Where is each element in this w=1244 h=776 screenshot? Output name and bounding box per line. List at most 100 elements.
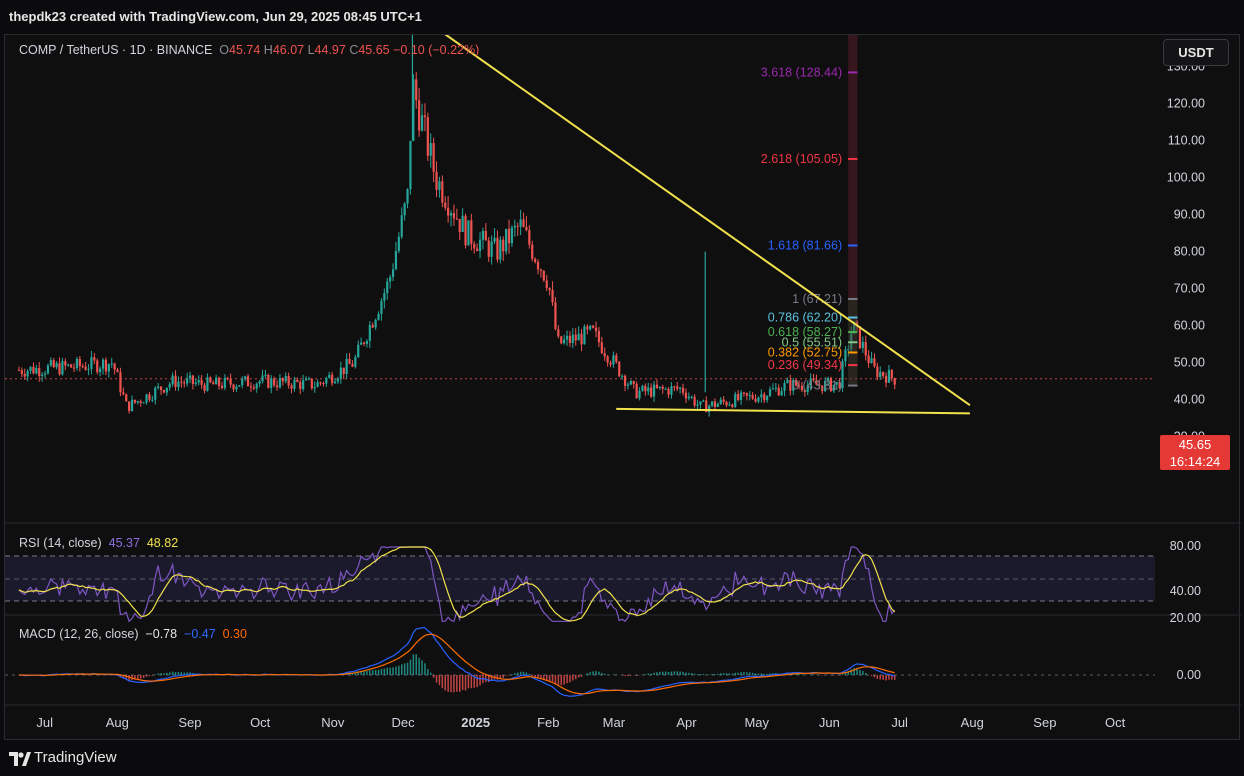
candle-body — [174, 375, 177, 388]
candle-body — [722, 399, 725, 402]
candle-body — [400, 215, 403, 237]
currency-button[interactable]: USDT — [1163, 39, 1229, 66]
close-value: 45.65 — [358, 43, 390, 57]
tradingview-brand[interactable]: TradingView — [34, 749, 117, 766]
candle-body — [125, 394, 128, 402]
tradingview-logo-icon — [9, 752, 31, 766]
candle-body — [75, 358, 79, 368]
candle-body — [35, 367, 38, 374]
candle-body — [499, 239, 502, 260]
candle-body — [893, 377, 896, 385]
fib-level-label: 1.618 (81.66) — [768, 239, 842, 253]
macd-legend[interactable]: MACD (12, 26, close) −0.78 −0.47 0.30 — [19, 627, 247, 641]
candle-body — [84, 366, 87, 370]
candle-body — [603, 353, 606, 357]
candle-body — [180, 381, 183, 383]
candle-body — [780, 391, 783, 396]
candle-body — [690, 396, 693, 398]
candle-body — [734, 394, 737, 408]
support-line — [616, 407, 970, 415]
candle-body — [26, 370, 29, 377]
candle-body — [183, 382, 186, 384]
candle-body — [81, 366, 84, 368]
candle-body — [739, 392, 743, 400]
time-axis-label: Mar — [603, 715, 626, 730]
candle-body — [136, 401, 139, 403]
candle-body — [61, 361, 64, 375]
candle-body — [331, 374, 334, 384]
candle-body — [188, 375, 192, 379]
macd-value: −0.78 — [145, 627, 178, 641]
candle-body — [290, 385, 293, 389]
candle-body — [171, 375, 174, 385]
candle-body — [273, 378, 276, 386]
candle-body — [133, 399, 137, 403]
price-tick-label: 90.00 — [1174, 208, 1205, 222]
candle-body — [302, 380, 305, 390]
candle-body — [220, 385, 224, 388]
candle-body — [365, 341, 369, 344]
open-label: O — [219, 43, 230, 57]
candle-body — [426, 117, 429, 156]
candle-body — [194, 382, 197, 384]
candle-body — [148, 394, 151, 400]
symbol-name[interactable]: COMP / TetherUS · 1D · BINANCE — [19, 43, 212, 57]
rsi-legend[interactable]: RSI (14, close) 45.37 48.82 — [19, 536, 178, 550]
candle-body — [418, 100, 421, 131]
candle-body — [145, 394, 148, 403]
fib-level-label: 0.236 (49.34) — [768, 358, 842, 372]
candle-body — [763, 394, 766, 401]
candle-body — [177, 381, 180, 388]
candle-body — [502, 239, 505, 252]
time-axis-label: 2025 — [461, 715, 490, 730]
price-tick-label: 110.00 — [1168, 134, 1205, 148]
candle-body — [754, 398, 757, 402]
candle-body — [676, 386, 679, 389]
price-tick-label: 100.00 — [1167, 171, 1205, 185]
candle-body — [577, 333, 580, 341]
candle-body — [757, 397, 760, 402]
candle-body — [507, 228, 511, 244]
price-tick-label: 50.00 — [1174, 356, 1205, 370]
candle-body — [165, 387, 168, 393]
candle-body — [70, 364, 73, 368]
candle-body — [354, 357, 357, 367]
candle-body — [238, 385, 241, 387]
candle-body — [861, 341, 864, 349]
candle-body — [46, 365, 50, 374]
fib-level-label: 0 (43.81) — [792, 379, 842, 393]
candle-body — [609, 362, 612, 365]
candle-body — [360, 342, 363, 345]
candle-body — [435, 171, 438, 190]
candle-body — [258, 381, 261, 384]
candle-body — [525, 227, 528, 231]
candle-body — [186, 378, 189, 384]
candle-body — [122, 392, 125, 395]
candle-body — [534, 258, 537, 263]
candle-body — [673, 386, 676, 388]
candle-body — [696, 404, 699, 406]
candle-body — [342, 367, 345, 375]
candle-body — [29, 366, 32, 371]
candle-body — [742, 392, 746, 394]
candle-body — [890, 369, 893, 378]
time-axis-label: Oct — [1105, 715, 1126, 730]
time-axis-label: Dec — [392, 715, 416, 730]
candle-body — [658, 386, 661, 389]
candle-body — [771, 388, 775, 390]
time-axis-label: Nov — [321, 715, 345, 730]
candle-body — [322, 382, 325, 384]
candle-body — [461, 215, 464, 232]
candle-body — [505, 228, 508, 252]
candle-body — [374, 319, 377, 328]
candle-body — [87, 368, 90, 370]
candle-body — [447, 207, 450, 216]
chart-container[interactable]: 30.0040.0050.0060.0070.0080.0090.00100.0… — [4, 34, 1241, 740]
candle-body — [235, 386, 238, 390]
fib-level-label: 0.786 (62.20) — [768, 311, 842, 325]
candle-body — [687, 396, 690, 399]
candle-body — [571, 334, 574, 343]
candle-body — [403, 203, 406, 216]
histogram-value: 0.30 — [222, 627, 247, 641]
candle-body — [476, 248, 479, 252]
